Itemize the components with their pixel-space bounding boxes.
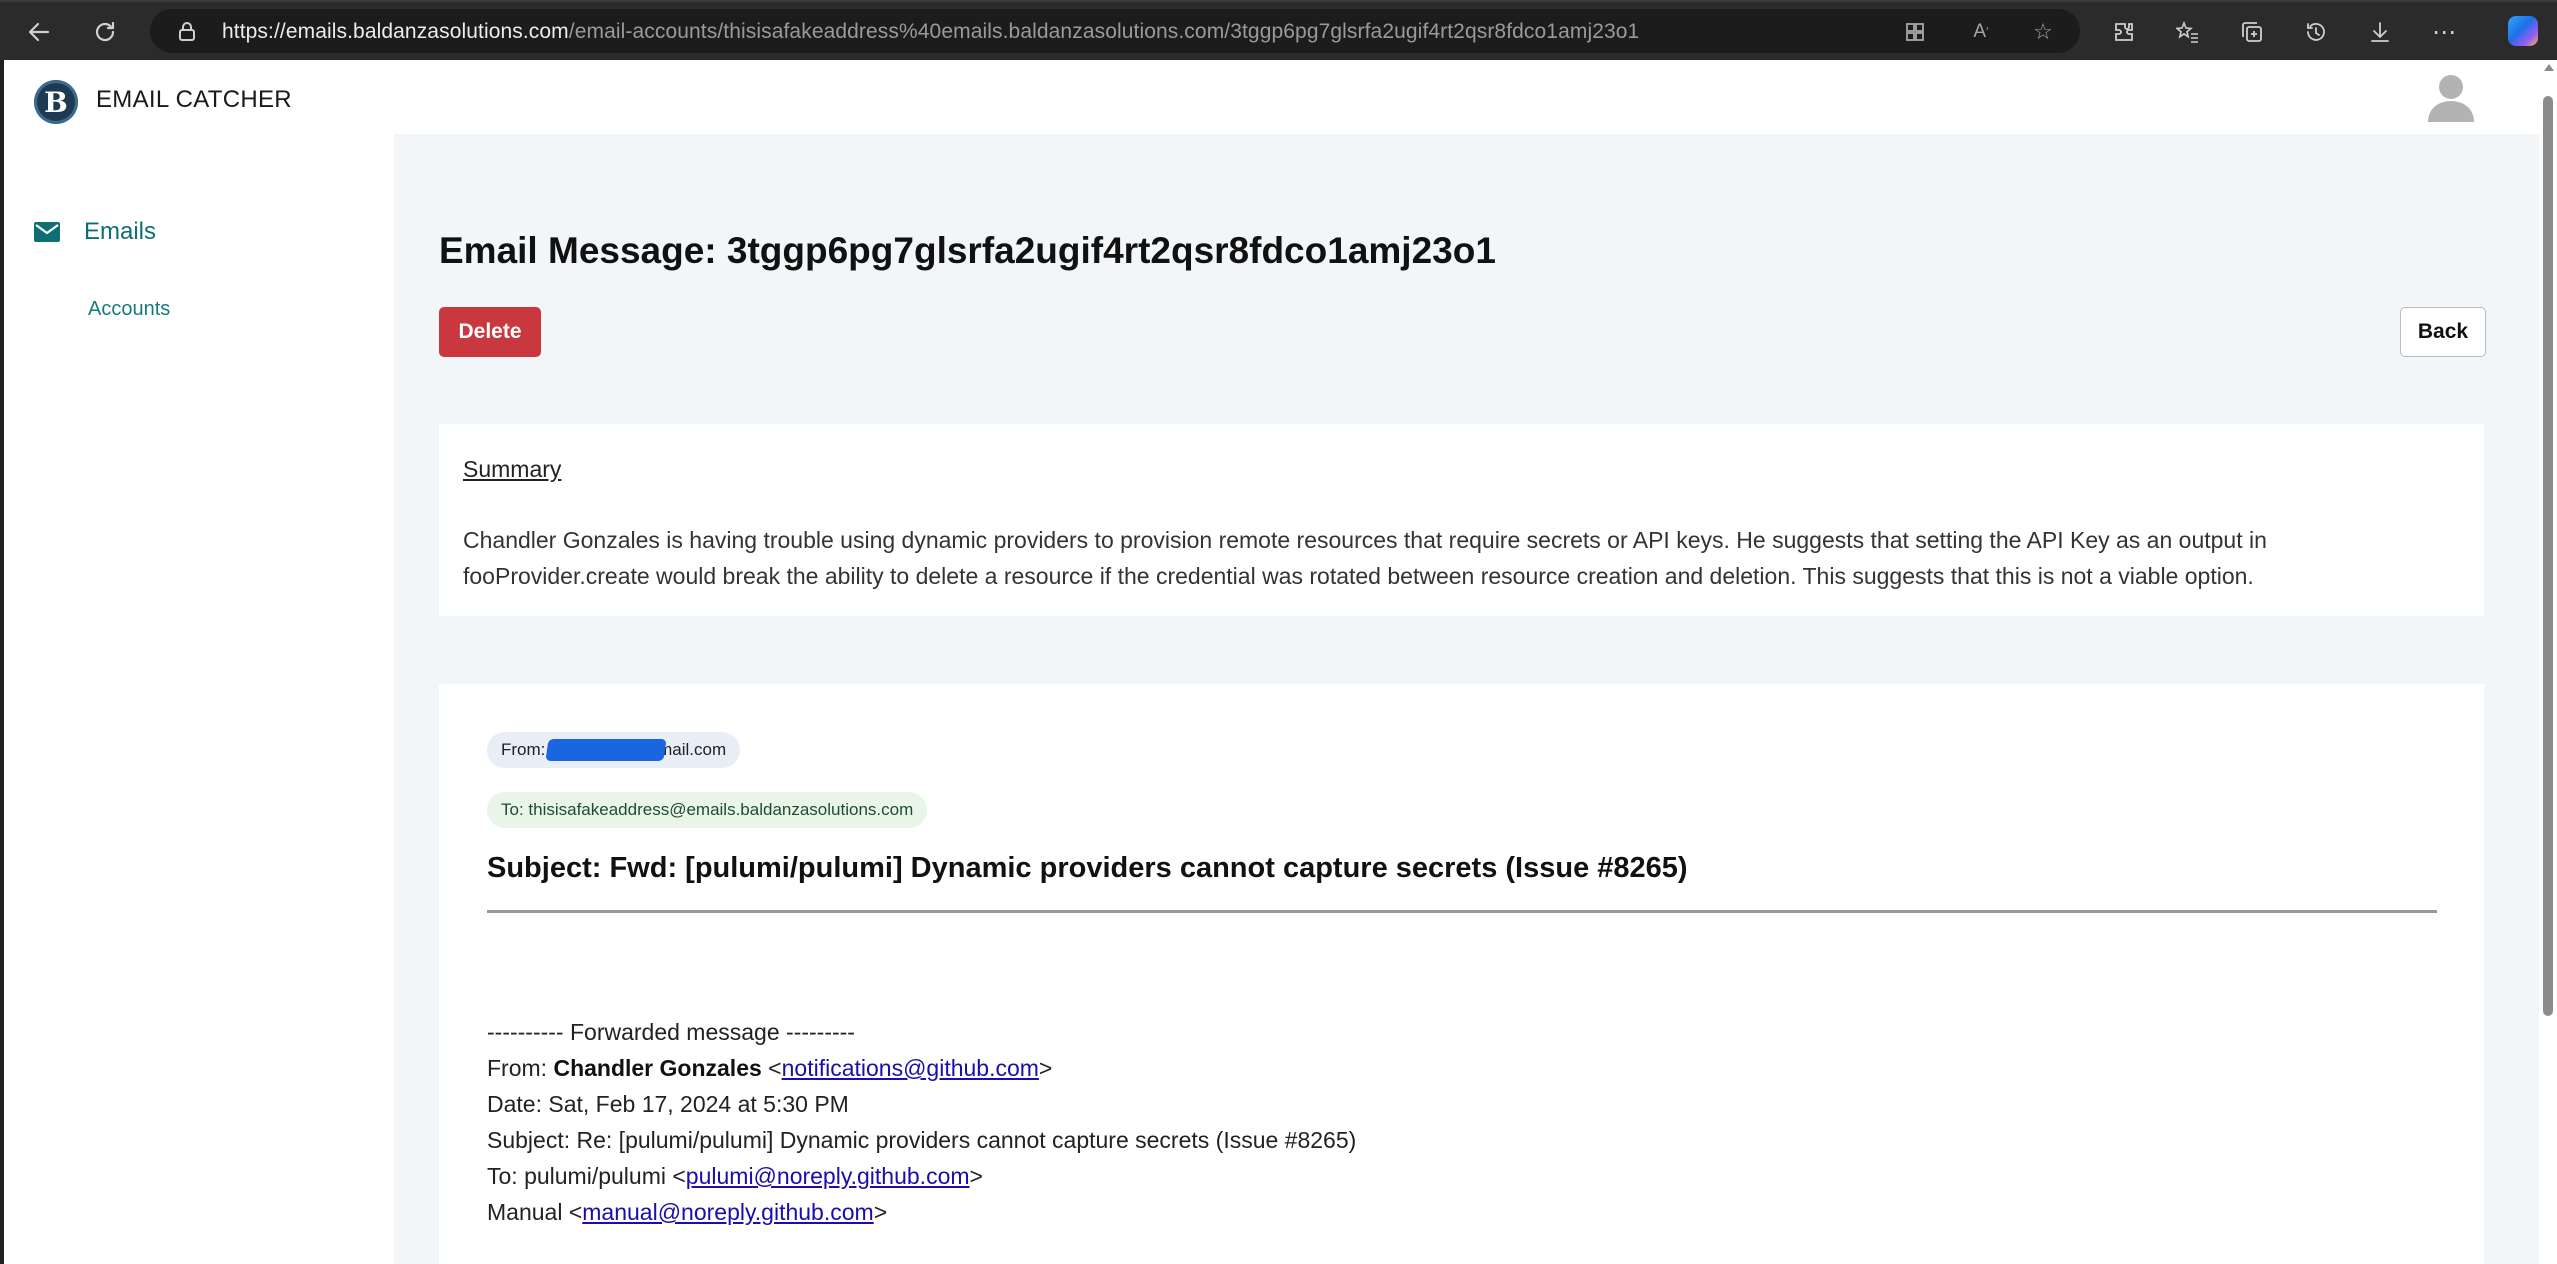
fwd-from-label: From:	[487, 1055, 554, 1081]
fwd-from-email-link[interactable]: notifications@github.com	[782, 1055, 1039, 1081]
delete-button[interactable]: Delete	[439, 307, 541, 357]
fwd-from-line: From: Chandler Gonzales <notifications@g…	[487, 1055, 1053, 1081]
envelope-icon	[34, 222, 60, 242]
page-viewport: B EMAIL CATCHER Emails Accounts Email Me…	[4, 60, 2557, 1264]
to-badge: To: thisisafakeaddress@emails.baldanzaso…	[487, 792, 928, 828]
email-subject: Subject: Fwd: [pulumi/pulumi] Dynamic pr…	[487, 852, 1688, 884]
fwd-cc-email-link[interactable]: manual@noreply.github.com	[582, 1199, 873, 1225]
sidebar-item-emails[interactable]: Emails	[34, 217, 156, 247]
summary-text: Chandler Gonzales is having trouble usin…	[463, 527, 2267, 589]
extensions-icon[interactable]	[2108, 16, 2140, 48]
downloads-icon[interactable]	[2364, 16, 2396, 48]
from-prefix: From:	[501, 740, 546, 759]
email-body: ---------- Forwarded message --------- F…	[487, 1014, 1356, 1230]
user-avatar-icon[interactable]	[2424, 70, 2478, 124]
from-badge: From: @gmail.com	[487, 732, 741, 768]
favorite-star-icon[interactable]: ☆	[2030, 19, 2056, 45]
fwd-cc-label: Manual	[487, 1199, 569, 1225]
divider	[487, 910, 2437, 913]
fwd-cc-line: Manual <manual@noreply.github.com>	[487, 1199, 888, 1225]
sidebar-item-accounts[interactable]: Accounts	[88, 298, 170, 321]
app-header: B EMAIL CATCHER	[4, 60, 2539, 134]
summary-card: Summary Chandler Gonzales is having trou…	[439, 424, 2484, 616]
sidebar: Emails Accounts	[4, 134, 394, 1264]
fwd-date-line: Date: Sat, Feb 17, 2024 at 5:30 PM	[487, 1091, 849, 1117]
main-content: Email Message: 3tggp6pg7glsrfa2ugif4rt2q…	[394, 134, 2539, 1264]
url-host: https://emails.baldanzasolutions.com	[222, 20, 569, 43]
sidebar-item-label: Emails	[84, 218, 157, 245]
back-arrow-icon[interactable]	[22, 15, 56, 49]
refresh-icon[interactable]	[88, 15, 122, 49]
page-scrollbar[interactable]	[2539, 60, 2557, 1264]
redaction-mark	[545, 739, 667, 761]
app-logo[interactable]: B	[34, 80, 78, 124]
fwd-to-label: To: pulumi/pulumi	[487, 1163, 673, 1189]
scroll-thumb[interactable]	[2543, 96, 2553, 1016]
back-button[interactable]: Back	[2400, 307, 2486, 357]
copilot-icon[interactable]	[2508, 16, 2538, 46]
address-bar[interactable]: https://emails.baldanzasolutions.com/ema…	[150, 9, 2080, 53]
history-icon[interactable]	[2300, 16, 2332, 48]
summary-heading: Summary	[463, 456, 562, 482]
fwd-to-email-link[interactable]: pulumi@noreply.github.com	[686, 1163, 970, 1189]
forwarded-header: ---------- Forwarded message ---------	[487, 1019, 855, 1045]
url-path: /email-accounts/thisisafakeaddress%40ema…	[568, 20, 1640, 43]
collections-icon[interactable]	[2236, 16, 2268, 48]
fwd-from-name: Chandler Gonzales	[553, 1055, 762, 1081]
favorites-icon[interactable]	[2172, 16, 2204, 48]
lock-icon[interactable]	[176, 20, 198, 42]
read-aloud-icon[interactable]: Aʼ	[1968, 19, 1994, 45]
scroll-up-icon[interactable]	[2544, 64, 2554, 71]
fwd-subject-line: Subject: Re: [pulumi/pulumi] Dynamic pro…	[487, 1127, 1357, 1153]
app-title: EMAIL CATCHER	[96, 86, 292, 113]
email-card: From: @gmail.com To: thisisafakeaddress@…	[439, 684, 2484, 1264]
browser-toolbar: https://emails.baldanzasolutions.com/ema…	[0, 0, 2557, 60]
page-title: Email Message: 3tggp6pg7glsrfa2ugif4rt2q…	[439, 230, 1496, 271]
app-available-icon[interactable]	[1902, 19, 1928, 45]
more-menu-icon[interactable]: ⋯	[2428, 16, 2460, 48]
fwd-to-line: To: pulumi/pulumi <pulumi@noreply.github…	[487, 1163, 983, 1189]
url-text[interactable]: https://emails.baldanzasolutions.com/ema…	[222, 20, 1639, 44]
